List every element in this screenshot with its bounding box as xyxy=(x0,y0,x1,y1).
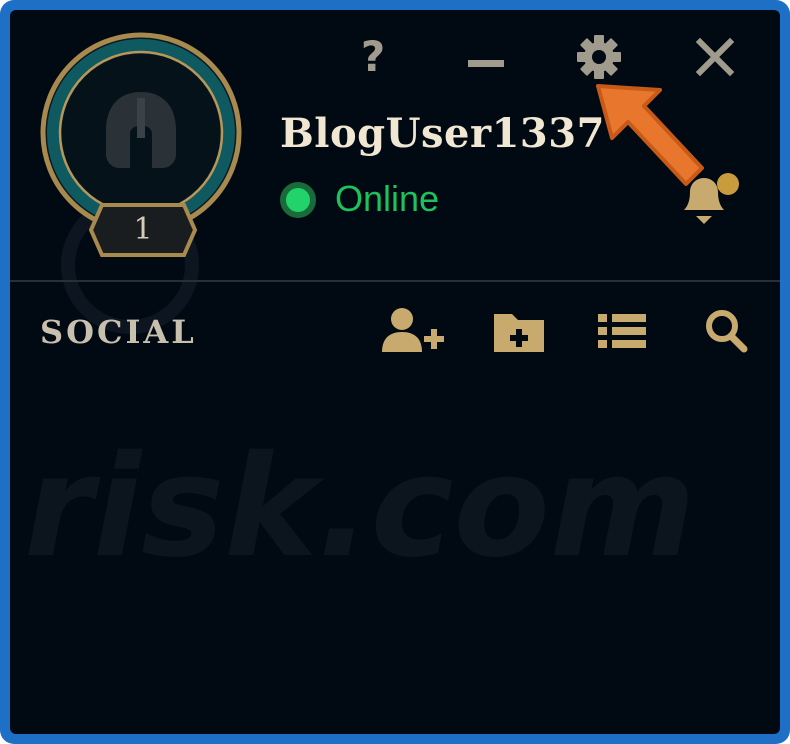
close-icon xyxy=(695,37,735,77)
help-icon: ? xyxy=(360,32,386,81)
header-divider xyxy=(10,280,780,282)
add-friend-icon xyxy=(382,308,444,352)
notifications-button[interactable] xyxy=(678,170,744,232)
list-icon xyxy=(598,314,646,348)
minimize-button[interactable] xyxy=(462,32,512,82)
client-window: risk.com 1 ? BlogUser1337 Online SOCIAL xyxy=(10,10,780,734)
level-number: 1 xyxy=(133,212,153,247)
search-button[interactable] xyxy=(704,306,750,356)
add-folder-button[interactable] xyxy=(492,306,546,356)
status-indicator xyxy=(280,182,316,218)
social-title: SOCIAL xyxy=(40,313,197,351)
close-button[interactable] xyxy=(690,32,740,82)
username[interactable]: BlogUser1337 xyxy=(280,110,605,157)
add-friend-button[interactable] xyxy=(382,306,448,356)
search-icon xyxy=(706,310,748,353)
list-view-button[interactable] xyxy=(596,306,650,356)
gear-icon xyxy=(577,35,621,79)
status-text[interactable]: Online xyxy=(335,178,439,220)
add-folder-icon xyxy=(494,314,544,352)
minimize-icon xyxy=(468,60,504,67)
help-button[interactable]: ? xyxy=(348,32,398,82)
watermark-text: risk.com xyxy=(24,426,696,589)
screenshot-frame: risk.com 1 ? BlogUser1337 Online SOCIAL xyxy=(0,0,790,744)
bell-icon xyxy=(684,173,739,224)
settings-button[interactable] xyxy=(574,32,624,82)
profile-avatar[interactable]: 1 xyxy=(38,30,244,257)
